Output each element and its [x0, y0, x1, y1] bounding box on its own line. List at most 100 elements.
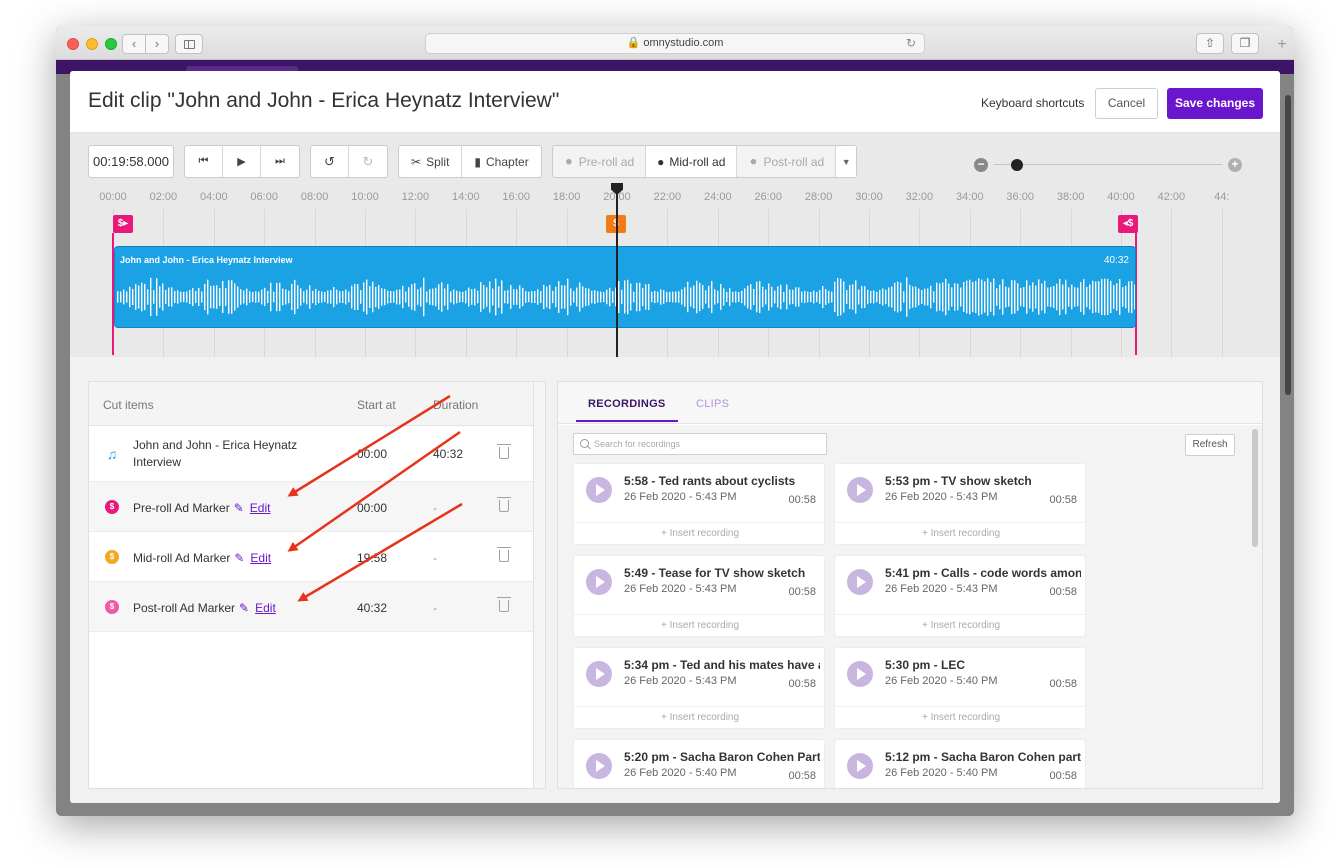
waveform-bar — [405, 291, 407, 303]
waveform-bar — [288, 290, 290, 304]
page-scroll-thumb[interactable] — [1285, 95, 1291, 395]
play-recording-icon[interactable] — [847, 477, 873, 503]
waveform-bar — [378, 285, 380, 309]
insert-recording-button[interactable]: + Insert recording — [574, 706, 826, 729]
play-recording-icon[interactable] — [586, 569, 612, 595]
play-button[interactable]: ▶ — [223, 146, 261, 177]
cancel-button[interactable]: Cancel — [1095, 88, 1158, 119]
cut-item-row-postroll[interactable]: $ Post-roll Ad Marker ✎ Edit 40:32 - — [89, 582, 533, 632]
play-recording-icon[interactable] — [847, 753, 873, 779]
ad-options-dropdown[interactable]: ▼ — [836, 146, 857, 177]
insert-recording-button[interactable]: + Insert recording — [574, 522, 826, 545]
tab-clips[interactable]: CLIPS — [696, 398, 729, 410]
waveform-bar — [600, 291, 602, 303]
play-recording-icon[interactable] — [586, 477, 612, 503]
play-recording-icon[interactable] — [847, 661, 873, 687]
recording-date: 26 Feb 2020 - 5:40 PM — [885, 675, 998, 687]
cut-item-row-preroll[interactable]: $ Pre-roll Ad Marker ✎ Edit 00:00 - — [89, 482, 533, 532]
cut-item-row-midroll[interactable]: $ Mid-roll Ad Marker ✎ Edit 19:58 - — [89, 532, 533, 582]
waveform-bar — [522, 287, 524, 307]
skip-to-start-button[interactable]: ⏮ — [185, 146, 223, 177]
tabs-button[interactable]: ❐ — [1231, 33, 1259, 54]
waveform-bar — [1086, 286, 1088, 308]
new-tab-button[interactable]: + — [1270, 36, 1294, 54]
waveform-bar — [729, 288, 731, 306]
skip-to-end-button[interactable]: ⏭ — [261, 146, 299, 177]
back-button[interactable]: ‹ — [123, 35, 146, 53]
recording-card[interactable]: 5:20 pm - Sacha Baron Cohen Part 2 26 Feb… — [573, 739, 825, 788]
play-recording-icon[interactable] — [586, 661, 612, 687]
recording-card[interactable]: 5:34 pm - Ted and his mates have a ... 26… — [573, 647, 826, 729]
play-recording-icon[interactable] — [586, 753, 612, 779]
refresh-button[interactable]: Refresh — [1185, 434, 1235, 456]
recording-card[interactable]: 5:53 pm - TV show sketch 26 Feb 2020 - 5:… — [834, 463, 1087, 545]
edit-link[interactable]: Edit — [250, 551, 271, 565]
address-bar[interactable]: 🔒 omnystudio.com ↻ — [425, 33, 925, 54]
waveform-bar — [651, 291, 653, 303]
waveform-bar — [822, 285, 824, 309]
waveform-bar — [1083, 279, 1085, 315]
preroll-marker-flag[interactable]: $▸ — [113, 215, 133, 233]
timecode-input[interactable]: 00:19:58.000 — [88, 145, 174, 178]
waveform-bar — [486, 287, 488, 307]
recordings-scrollbar[interactable] — [1251, 425, 1259, 788]
timeline-tick-label: 32:00 — [905, 191, 934, 203]
cut-item-row-clip[interactable]: ♫ John and John - Erica Heynatz Intervie… — [89, 426, 533, 482]
recording-card[interactable]: 5:41 pm - Calls - code words among... 26 … — [834, 555, 1087, 637]
waveform-bar — [117, 291, 119, 303]
postroll-ad-button[interactable]: ⚫ Post-roll ad — [737, 146, 837, 177]
tabs-icon: ❐ — [1239, 36, 1251, 50]
recording-card[interactable]: 5:12 pm - Sacha Baron Cohen part 1 26 Feb… — [834, 739, 1086, 788]
recording-card[interactable]: 5:49 - Tease for TV show sketch 26 Feb 20… — [573, 555, 826, 637]
waveform-bar — [732, 291, 734, 303]
sidebar-toggle-button[interactable] — [175, 34, 203, 54]
search-input[interactable]: Search for recordings — [573, 433, 827, 455]
recording-card[interactable]: 5:30 pm - LEC 26 Feb 2020 - 5:40 PM 00:58 +… — [834, 647, 1087, 729]
waveform-bar — [429, 289, 431, 305]
waveform-bar — [468, 287, 470, 307]
preroll-ad-button[interactable]: ⚫ Pre-roll ad — [553, 146, 647, 177]
insert-recording-button[interactable]: + Insert recording — [835, 614, 1087, 637]
insert-recording-button[interactable]: + Insert recording — [835, 522, 1087, 545]
recording-card[interactable]: 5:58 - Ted rants about cyclists 26 Feb 20… — [573, 463, 826, 545]
waveform-bar — [657, 291, 659, 303]
waveform-bar — [336, 289, 338, 305]
audio-clip-block[interactable]: John and John - Erica Heynatz Interview … — [114, 246, 1136, 328]
waveform-bar — [621, 289, 623, 305]
zoom-slider[interactable]: − + — [974, 158, 1242, 172]
undo-button[interactable]: ↺ — [311, 146, 349, 177]
zoom-in-icon[interactable]: + — [1228, 158, 1242, 172]
zoom-out-icon[interactable]: − — [974, 158, 988, 172]
minimize-window-button[interactable] — [86, 38, 98, 50]
play-recording-icon[interactable] — [847, 569, 873, 595]
split-button[interactable]: ✂ Split — [399, 146, 463, 177]
keyboard-shortcuts-link[interactable]: Keyboard shortcuts — [981, 96, 1084, 110]
zoom-window-button[interactable] — [105, 38, 117, 50]
postroll-marker-flag[interactable]: ◂$ — [1118, 215, 1138, 233]
waveform-bar — [483, 285, 485, 309]
share-button[interactable]: ⇧ — [1196, 33, 1224, 54]
waveform-bar — [495, 278, 497, 316]
insert-recording-button[interactable]: + Insert recording — [574, 614, 826, 637]
save-changes-button[interactable]: Save changes — [1167, 88, 1263, 119]
page-scrollbar[interactable] — [1283, 71, 1294, 803]
scroll-thumb[interactable] — [1252, 429, 1258, 547]
chapter-button[interactable]: ▮ Chapter — [462, 146, 540, 177]
redo-button[interactable]: ↻ — [349, 146, 387, 177]
waveform-bar — [771, 286, 773, 308]
midroll-ad-button[interactable]: ● Mid-roll ad — [646, 146, 738, 177]
tab-recordings[interactable]: RECORDINGS — [576, 398, 678, 422]
edit-link[interactable]: Edit — [255, 601, 276, 615]
edit-link[interactable]: Edit — [250, 501, 271, 515]
close-window-button[interactable] — [67, 38, 79, 50]
reload-icon[interactable]: ↻ — [906, 34, 916, 53]
delete-button[interactable] — [497, 547, 511, 565]
forward-button[interactable]: › — [146, 35, 168, 53]
insert-recording-button[interactable]: + Insert recording — [835, 706, 1087, 729]
timeline-tick-label: 02:00 — [149, 191, 178, 203]
delete-button[interactable] — [497, 597, 511, 615]
cut-items-scrollbar[interactable] — [534, 381, 546, 789]
delete-button[interactable] — [497, 497, 511, 515]
zoom-handle[interactable] — [1010, 159, 1023, 171]
delete-button[interactable] — [497, 444, 511, 462]
